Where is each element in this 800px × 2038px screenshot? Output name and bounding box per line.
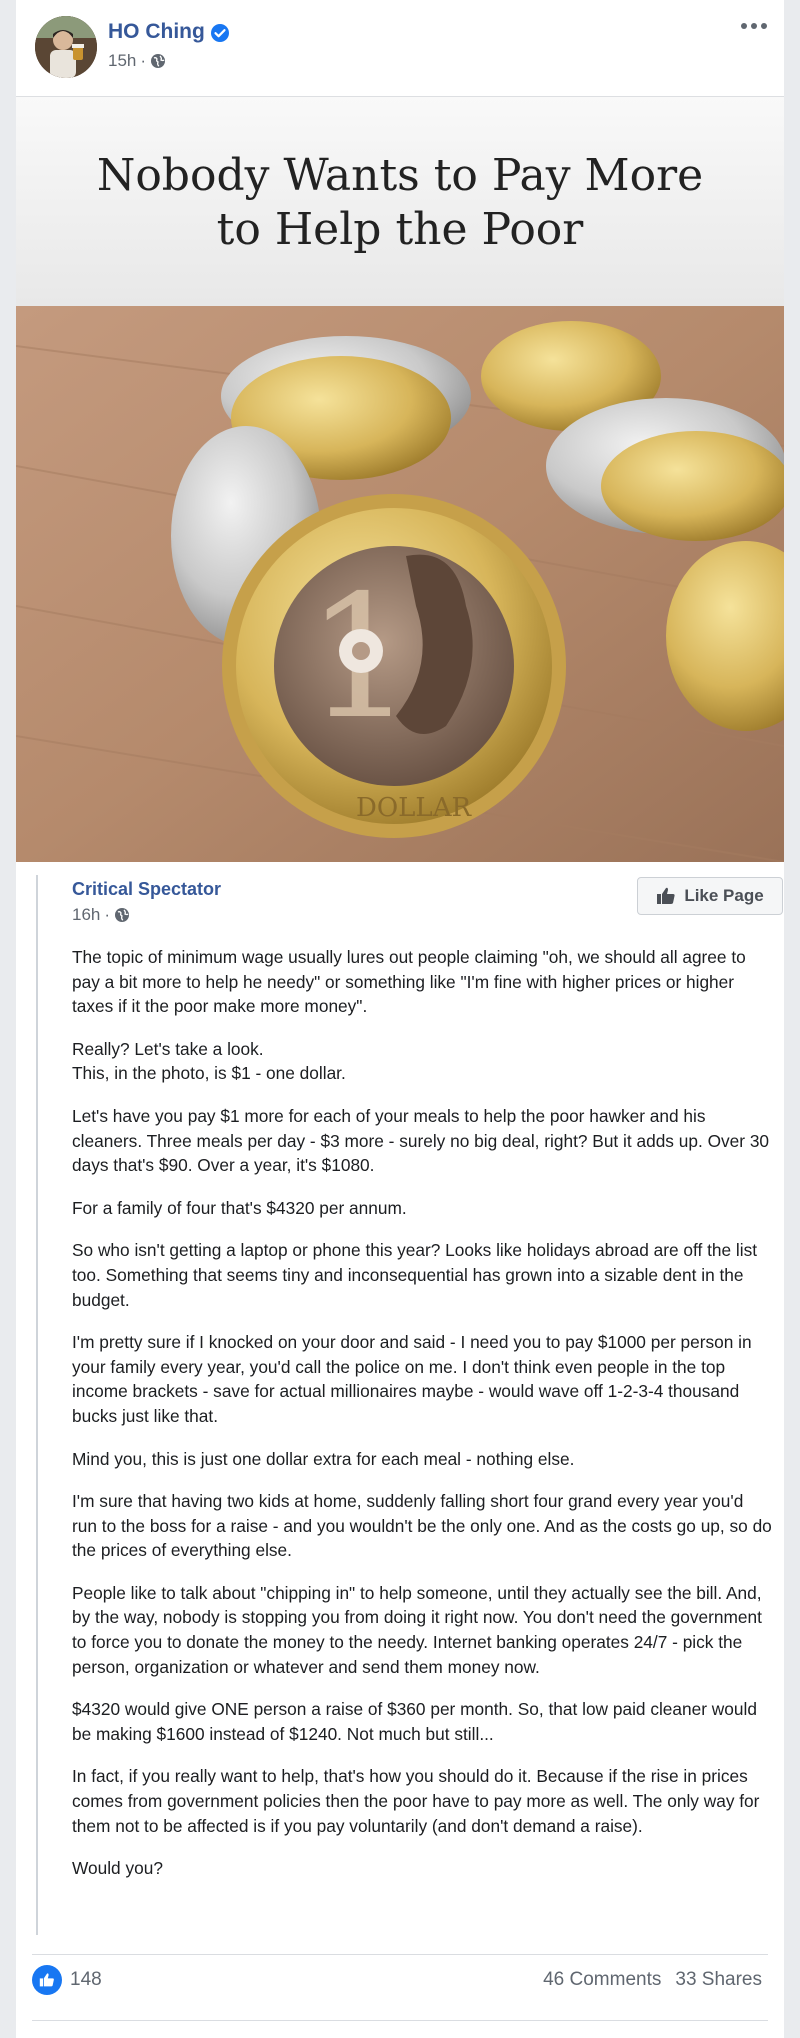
like-reaction-icon [32,1964,62,1995]
paragraph-7: Mind you, this is just one dollar extra … [72,1448,575,1469]
verified-badge-icon [211,24,229,42]
post-header: HO Ching 15h · [16,0,784,96]
paragraph-8: I'm sure that having two kids at home, s… [72,1491,772,1561]
image-headline-line1: Nobody Wants to Pay More [96,150,704,201]
author-name[interactable]: HO Ching [108,20,205,44]
post-body: The topic of minimum wage usually lures … [72,945,772,1899]
paragraph-2: Really? Let's take a look. This, in the … [72,1038,346,1084]
paragraph-3: Let's have you pay $1 more for each of y… [72,1105,770,1176]
reactions-summary[interactable]: 148 [32,1964,102,1995]
author-avatar[interactable] [35,16,97,78]
shared-post-time[interactable]: 16h [72,905,100,925]
paragraph-11: In fact, if you really want to help, tha… [72,1766,760,1836]
action-bar-divider [32,2020,768,2021]
shares-count[interactable]: 33 Shares [675,1969,762,1991]
more-options-icon[interactable] [738,18,770,34]
comments-count[interactable]: 46 Comments [543,1969,661,1991]
paragraph-4: For a family of four that's $4320 per an… [72,1197,407,1218]
paragraph-1: The topic of minimum wage usually lures … [72,947,746,1017]
meta-separator: · [104,905,111,924]
globe-icon [151,54,166,68]
image-headline: Nobody Wants to Pay More to Help the Poo… [16,149,784,257]
coin-dollar-text: DOLLAR [356,793,472,823]
paragraph-5: So who isn't getting a laptop or phone t… [72,1240,758,1310]
like-page-button[interactable]: Like Page [637,877,783,915]
like-page-label: Like Page [684,886,764,905]
image-headline-band: Nobody Wants to Pay More to Help the Poo… [16,96,784,306]
paragraph-9: People like to talk about "chipping in" … [72,1582,762,1677]
post-card: HO Ching 15h · Nobody Wants to Pay More … [16,0,784,2038]
shared-post: Critical Spectator 16h · Like Page The t… [36,875,783,1935]
engagement-stats: 148 46 Comments 33 Shares [32,1954,768,2004]
counts: 46 Comments 33 Shares [543,1969,768,1991]
post-time[interactable]: 15h [108,51,136,71]
image-headline-line2: to Help the Poor [216,204,584,255]
page-name[interactable]: Critical Spectator [72,879,221,900]
paragraph-10: $4320 would give ONE person a raise of $… [72,1699,757,1744]
coins-photo: 1 DOLLAR [16,306,784,862]
likes-count: 148 [70,1968,102,1990]
post-meta: 15h · [108,51,166,71]
meta-separator: · [140,51,147,70]
globe-icon [115,908,130,922]
shared-post-meta: 16h · [72,905,130,925]
paragraph-6: I'm pretty sure if I knocked on your doo… [72,1332,752,1426]
shared-image[interactable]: Nobody Wants to Pay More to Help the Poo… [16,96,784,862]
thumbs-up-icon [657,887,675,904]
paragraph-12: Would you? [72,1858,163,1879]
